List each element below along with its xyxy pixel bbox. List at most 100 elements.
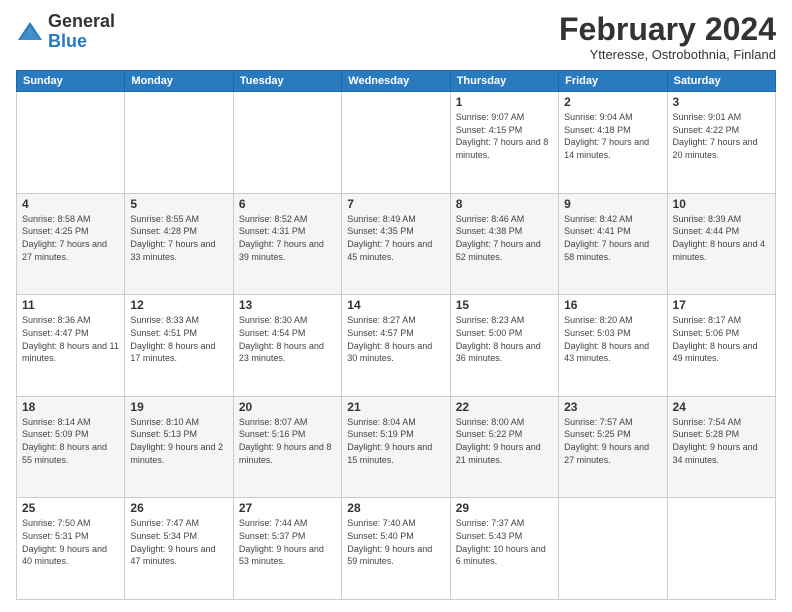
day-info: Sunrise: 8:07 AMSunset: 5:16 PMDaylight:…	[239, 416, 336, 466]
day-info: Sunrise: 8:36 AMSunset: 4:47 PMDaylight:…	[22, 314, 119, 364]
week-row-3: 11 Sunrise: 8:36 AMSunset: 4:47 PMDayligh…	[17, 295, 776, 397]
calendar-cell: 26 Sunrise: 7:47 AMSunset: 5:34 PMDayligh…	[125, 498, 233, 600]
calendar-cell: 13Sunrise: 8:30 AMSunset: 4:54 PMDayligh…	[233, 295, 341, 397]
day-info: Sunrise: 8:20 AMSunset: 5:03 PMDaylight:…	[564, 314, 661, 364]
day-number: 28	[347, 501, 444, 515]
week-row-5: 25 Sunrise: 7:50 AMSunset: 5:31 PMDayligh…	[17, 498, 776, 600]
day-info: Sunrise: 8:10 AMSunset: 5:13 PMDaylight:…	[130, 416, 227, 466]
day-number: 13	[239, 298, 336, 312]
calendar-cell	[667, 498, 775, 600]
week-row-1: 1 Sunrise: 9:07 AMSunset: 4:15 PMDaylight…	[17, 92, 776, 194]
day-info: Sunrise: 9:07 AMSunset: 4:15 PMDaylight:…	[456, 111, 553, 161]
day-number: 25	[22, 501, 119, 515]
day-number: 19	[130, 400, 227, 414]
weekday-header-thursday: Thursday	[450, 71, 558, 92]
calendar-cell: 5 Sunrise: 8:55 AMSunset: 4:28 PMDaylight…	[125, 193, 233, 295]
day-number: 21	[347, 400, 444, 414]
weekday-header-friday: Friday	[559, 71, 667, 92]
logo-text: General Blue	[48, 12, 115, 52]
day-info: Sunrise: 7:50 AMSunset: 5:31 PMDaylight:…	[22, 517, 119, 567]
day-info: Sunrise: 8:46 AMSunset: 4:38 PMDaylight:…	[456, 213, 553, 263]
day-number: 9	[564, 197, 661, 211]
day-info: Sunrise: 8:23 AMSunset: 5:00 PMDaylight:…	[456, 314, 553, 364]
day-number: 23	[564, 400, 661, 414]
day-number: 10	[673, 197, 770, 211]
calendar-cell	[342, 92, 450, 194]
calendar-cell: 14 Sunrise: 8:27 AMSunset: 4:57 PMDayligh…	[342, 295, 450, 397]
day-info: Sunrise: 7:37 AMSunset: 5:43 PMDaylight:…	[456, 517, 553, 567]
calendar-cell: 21 Sunrise: 8:04 AMSunset: 5:19 PMDayligh…	[342, 396, 450, 498]
day-info: Sunrise: 8:04 AMSunset: 5:19 PMDaylight:…	[347, 416, 444, 466]
day-info: Sunrise: 9:01 AMSunset: 4:22 PMDaylight:…	[673, 111, 770, 161]
day-info: Sunrise: 8:00 AMSunset: 5:22 PMDaylight:…	[456, 416, 553, 466]
day-number: 5	[130, 197, 227, 211]
day-info: Sunrise: 8:52 AMSunset: 4:31 PMDaylight:…	[239, 213, 336, 263]
day-number: 1	[456, 95, 553, 109]
day-info: Sunrise: 8:39 AMSunset: 4:44 PMDaylight:…	[673, 213, 770, 263]
calendar-cell: 25 Sunrise: 7:50 AMSunset: 5:31 PMDayligh…	[17, 498, 125, 600]
day-info: Sunrise: 7:47 AMSunset: 5:34 PMDaylight:…	[130, 517, 227, 567]
day-number: 6	[239, 197, 336, 211]
day-info: Sunrise: 7:40 AMSunset: 5:40 PMDaylight:…	[347, 517, 444, 567]
calendar-cell: 18 Sunrise: 8:14 AMSunset: 5:09 PMDayligh…	[17, 396, 125, 498]
title-block: February 2024 Ytteresse, Ostrobothnia, F…	[559, 12, 776, 62]
calendar-cell: 4 Sunrise: 8:58 AMSunset: 4:25 PMDaylight…	[17, 193, 125, 295]
calendar-cell: 3 Sunrise: 9:01 AMSunset: 4:22 PMDaylight…	[667, 92, 775, 194]
logo-icon	[16, 18, 44, 46]
day-info: Sunrise: 8:42 AMSunset: 4:41 PMDaylight:…	[564, 213, 661, 263]
weekday-header-tuesday: Tuesday	[233, 71, 341, 92]
day-number: 2	[564, 95, 661, 109]
day-number: 7	[347, 197, 444, 211]
day-info: Sunrise: 7:57 AMSunset: 5:25 PMDaylight:…	[564, 416, 661, 466]
day-number: 8	[456, 197, 553, 211]
day-info: Sunrise: 8:17 AMSunset: 5:06 PMDaylight:…	[673, 314, 770, 364]
calendar-cell: 8 Sunrise: 8:46 AMSunset: 4:38 PMDaylight…	[450, 193, 558, 295]
weekday-header-row: SundayMondayTuesdayWednesdayThursdayFrid…	[17, 71, 776, 92]
calendar-cell: 27 Sunrise: 7:44 AMSunset: 5:37 PMDayligh…	[233, 498, 341, 600]
calendar-cell: 29Sunrise: 7:37 AMSunset: 5:43 PMDayligh…	[450, 498, 558, 600]
month-title: February 2024	[559, 12, 776, 47]
calendar-cell	[17, 92, 125, 194]
calendar-cell: 1 Sunrise: 9:07 AMSunset: 4:15 PMDaylight…	[450, 92, 558, 194]
day-number: 27	[239, 501, 336, 515]
day-number: 11	[22, 298, 119, 312]
calendar-cell: 22Sunrise: 8:00 AMSunset: 5:22 PMDayligh…	[450, 396, 558, 498]
weekday-header-wednesday: Wednesday	[342, 71, 450, 92]
weekday-header-saturday: Saturday	[667, 71, 775, 92]
page: General Blue February 2024 Ytteresse, Os…	[0, 0, 792, 612]
day-info: Sunrise: 8:58 AMSunset: 4:25 PMDaylight:…	[22, 213, 119, 263]
week-row-4: 18 Sunrise: 8:14 AMSunset: 5:09 PMDayligh…	[17, 396, 776, 498]
calendar-cell: 15 Sunrise: 8:23 AMSunset: 5:00 PMDayligh…	[450, 295, 558, 397]
day-info: Sunrise: 8:33 AMSunset: 4:51 PMDaylight:…	[130, 314, 227, 364]
calendar-cell: 17 Sunrise: 8:17 AMSunset: 5:06 PMDayligh…	[667, 295, 775, 397]
calendar-cell: 11 Sunrise: 8:36 AMSunset: 4:47 PMDayligh…	[17, 295, 125, 397]
day-info: Sunrise: 8:55 AMSunset: 4:28 PMDaylight:…	[130, 213, 227, 263]
day-info: Sunrise: 7:44 AMSunset: 5:37 PMDaylight:…	[239, 517, 336, 567]
calendar-cell: 20Sunrise: 8:07 AMSunset: 5:16 PMDayligh…	[233, 396, 341, 498]
day-number: 3	[673, 95, 770, 109]
week-row-2: 4 Sunrise: 8:58 AMSunset: 4:25 PMDaylight…	[17, 193, 776, 295]
calendar-cell: 28 Sunrise: 7:40 AMSunset: 5:40 PMDayligh…	[342, 498, 450, 600]
day-number: 24	[673, 400, 770, 414]
day-info: Sunrise: 7:54 AMSunset: 5:28 PMDaylight:…	[673, 416, 770, 466]
day-number: 26	[130, 501, 227, 515]
calendar-cell: 24 Sunrise: 7:54 AMSunset: 5:28 PMDayligh…	[667, 396, 775, 498]
day-number: 14	[347, 298, 444, 312]
day-number: 17	[673, 298, 770, 312]
day-info: Sunrise: 8:49 AMSunset: 4:35 PMDaylight:…	[347, 213, 444, 263]
day-number: 15	[456, 298, 553, 312]
day-info: Sunrise: 9:04 AMSunset: 4:18 PMDaylight:…	[564, 111, 661, 161]
calendar-cell: 16Sunrise: 8:20 AMSunset: 5:03 PMDayligh…	[559, 295, 667, 397]
day-number: 12	[130, 298, 227, 312]
day-number: 4	[22, 197, 119, 211]
logo: General Blue	[16, 12, 115, 52]
calendar-cell	[125, 92, 233, 194]
calendar-cell: 19 Sunrise: 8:10 AMSunset: 5:13 PMDayligh…	[125, 396, 233, 498]
day-number: 18	[22, 400, 119, 414]
day-info: Sunrise: 8:27 AMSunset: 4:57 PMDaylight:…	[347, 314, 444, 364]
logo-blue-text: Blue	[48, 31, 87, 51]
calendar-cell: 23 Sunrise: 7:57 AMSunset: 5:25 PMDayligh…	[559, 396, 667, 498]
day-info: Sunrise: 8:14 AMSunset: 5:09 PMDaylight:…	[22, 416, 119, 466]
calendar-cell	[559, 498, 667, 600]
calendar-cell: 12 Sunrise: 8:33 AMSunset: 4:51 PMDayligh…	[125, 295, 233, 397]
